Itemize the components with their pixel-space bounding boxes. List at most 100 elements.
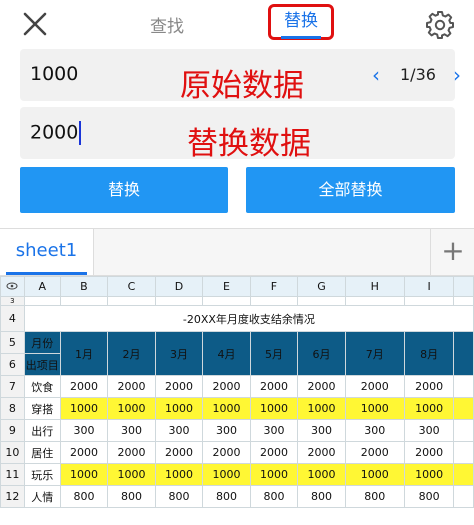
value-cell[interactable]: 2000 (59, 375, 109, 398)
value-cell[interactable]: 1000 (202, 463, 251, 486)
column-header-b[interactable]: B (59, 276, 109, 297)
value-cell[interactable]: 800 (107, 485, 156, 508)
month-header[interactable]: 6月 (297, 331, 346, 376)
value-cell[interactable]: 2000 (107, 375, 156, 398)
value-cell[interactable]: 1000 (202, 397, 251, 420)
value-cell-overflow[interactable] (453, 441, 474, 464)
close-icon[interactable] (22, 11, 48, 37)
row-number[interactable]: 5 (0, 331, 25, 354)
row-label-cell[interactable]: 出行 (23, 419, 61, 442)
month-header[interactable]: 4月 (202, 331, 251, 376)
value-cell-overflow[interactable] (453, 463, 474, 486)
month-header[interactable]: 8月 (403, 331, 455, 376)
value-cell[interactable]: 800 (297, 485, 346, 508)
value-cell[interactable]: 1000 (59, 397, 109, 420)
month-header[interactable]: 5月 (249, 331, 299, 376)
value-cell[interactable]: 2000 (154, 375, 204, 398)
value-cell[interactable]: 800 (344, 485, 405, 508)
value-cell[interactable]: 1000 (249, 397, 299, 420)
value-cell[interactable]: 1000 (403, 463, 455, 486)
spreadsheet-grid[interactable]: A B C D E F G H I 3 4 -20XX年月度收支结余情况 5 月份 1月 2月 3月 4月 5月 6月… (0, 276, 474, 525)
value-cell[interactable]: 2000 (403, 441, 455, 464)
value-cell[interactable]: 800 (59, 485, 109, 508)
column-header-e[interactable]: E (202, 276, 251, 297)
value-cell[interactable]: 800 (403, 485, 455, 508)
value-cell[interactable]: 1000 (344, 397, 405, 420)
column-header-d[interactable]: D (154, 276, 204, 297)
value-cell[interactable]: 300 (344, 419, 405, 442)
value-cell[interactable]: 2000 (154, 441, 204, 464)
add-sheet-button[interactable]: + (430, 229, 474, 275)
row-number[interactable]: 3 (0, 296, 25, 306)
column-header-f[interactable]: F (249, 276, 299, 297)
sheet-cell[interactable] (23, 296, 61, 306)
value-cell[interactable]: 1000 (107, 397, 156, 420)
value-cell[interactable]: 1000 (403, 397, 455, 420)
value-cell[interactable]: 800 (202, 485, 251, 508)
value-cell-overflow[interactable] (453, 375, 474, 398)
value-cell[interactable]: 2000 (202, 375, 251, 398)
value-cell-overflow[interactable] (453, 485, 474, 508)
row-number[interactable]: 10 (0, 441, 25, 464)
value-cell[interactable]: 1000 (154, 463, 204, 486)
value-cell[interactable]: 2000 (202, 441, 251, 464)
column-header-i[interactable]: I (403, 276, 455, 297)
row-number[interactable]: 7 (0, 375, 25, 398)
gear-icon[interactable] (425, 10, 455, 40)
value-cell[interactable]: 1000 (344, 463, 405, 486)
value-cell[interactable]: 1000 (249, 463, 299, 486)
value-cell[interactable]: 800 (249, 485, 299, 508)
month-header[interactable]: 3月 (154, 331, 204, 376)
value-cell[interactable]: 300 (202, 419, 251, 442)
value-cell-overflow[interactable] (453, 397, 474, 420)
sheet-cell[interactable] (344, 296, 405, 306)
month-header[interactable]: 2月 (107, 331, 156, 376)
value-cell[interactable]: 1000 (297, 463, 346, 486)
prev-match-icon[interactable]: ‹ (372, 63, 380, 87)
row-label-cell[interactable]: 居住 (23, 441, 61, 464)
column-header-a[interactable]: A (23, 276, 61, 297)
sheet-cell[interactable] (107, 296, 156, 306)
value-cell[interactable]: 2000 (107, 441, 156, 464)
value-cell[interactable]: 1000 (59, 463, 109, 486)
replace-all-button[interactable]: 全部替换 (246, 167, 455, 213)
tab-replace[interactable]: 替换 (268, 4, 334, 40)
value-cell[interactable]: 300 (59, 419, 109, 442)
value-cell[interactable]: 2000 (59, 441, 109, 464)
sheet-cell[interactable] (249, 296, 299, 306)
column-header-g[interactable]: G (297, 276, 346, 297)
value-cell[interactable]: 1000 (297, 397, 346, 420)
row-number[interactable]: 9 (0, 419, 25, 442)
value-cell[interactable]: 2000 (344, 375, 405, 398)
column-header-c[interactable]: C (107, 276, 156, 297)
sheet-cell[interactable] (59, 296, 109, 306)
value-cell[interactable]: 2000 (249, 441, 299, 464)
sheet-title-cell[interactable]: -20XX年月度收支结余情况 (23, 305, 474, 332)
sheet-cell[interactable] (403, 296, 455, 306)
row-number[interactable]: 8 (0, 397, 25, 420)
row-number[interactable]: 12 (0, 485, 25, 508)
row-number[interactable]: 6 (0, 353, 25, 376)
value-cell[interactable]: 2000 (297, 375, 346, 398)
value-cell[interactable]: 2000 (344, 441, 405, 464)
sheet-tab-sheet1[interactable]: sheet1 (0, 229, 94, 275)
value-cell[interactable]: 2000 (403, 375, 455, 398)
row-label-cell[interactable]: 穿搭 (23, 397, 61, 420)
sheet-cell[interactable] (154, 296, 204, 306)
header-month-label[interactable]: 月份 (23, 331, 61, 354)
replace-button[interactable]: 替换 (20, 167, 228, 213)
tab-find[interactable]: 查找 (150, 12, 184, 37)
sheet-cell[interactable] (202, 296, 251, 306)
next-match-icon[interactable]: › (453, 63, 461, 87)
row-label-cell[interactable]: 人情 (23, 485, 61, 508)
month-header[interactable]: 1月 (59, 331, 109, 376)
column-header-h[interactable]: H (344, 276, 405, 297)
sheet-cell[interactable] (453, 296, 474, 306)
value-cell-overflow[interactable] (453, 419, 474, 442)
value-cell[interactable]: 300 (249, 419, 299, 442)
value-cell[interactable]: 300 (297, 419, 346, 442)
value-cell[interactable]: 800 (154, 485, 204, 508)
row-label-cell[interactable]: 玩乐 (23, 463, 61, 486)
eye-icon[interactable] (0, 276, 25, 297)
value-cell[interactable]: 2000 (297, 441, 346, 464)
